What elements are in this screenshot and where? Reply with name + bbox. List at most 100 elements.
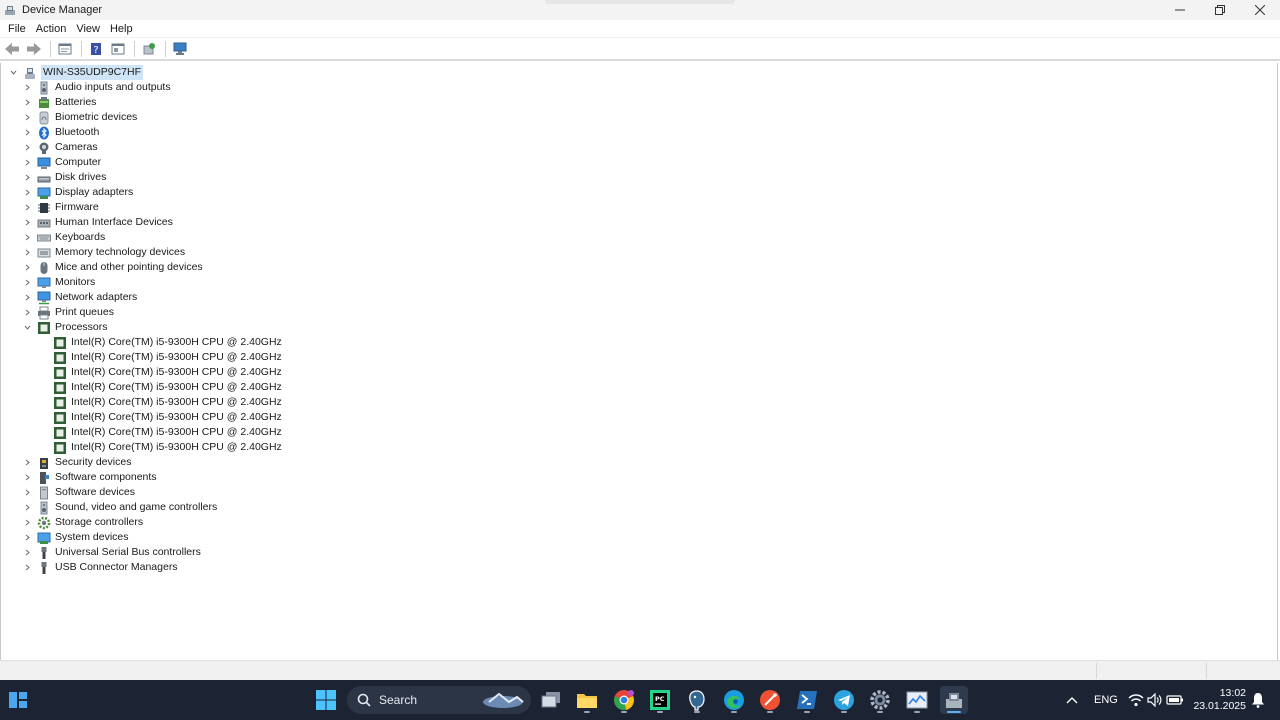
- chevron-right-icon[interactable]: [23, 83, 32, 92]
- tree-node-firmware[interactable]: Firmware: [23, 200, 99, 215]
- chevron-right-icon[interactable]: [23, 263, 32, 272]
- chevron-right-icon[interactable]: [23, 113, 32, 122]
- taskbar-app-telegram[interactable]: [830, 686, 858, 714]
- tree-node-usb-connector-managers[interactable]: USB Connector Managers: [23, 560, 178, 575]
- chevron-right-icon[interactable]: [23, 218, 32, 227]
- tree-node-bluetooth[interactable]: Bluetooth: [23, 125, 99, 140]
- tree-node-processors[interactable]: Processors: [23, 320, 108, 335]
- tree-leaf-processor[interactable]: Intel(R) Core(TM) i5-9300H CPU @ 2.40GHz: [53, 395, 282, 410]
- close-button[interactable]: [1240, 0, 1280, 20]
- forward-button[interactable]: [24, 39, 44, 59]
- taskbar-app-device-manager[interactable]: [940, 686, 968, 714]
- battery-button[interactable]: [1161, 686, 1189, 714]
- tree-leaf-processor[interactable]: Intel(R) Core(TM) i5-9300H CPU @ 2.40GHz: [53, 350, 282, 365]
- notifications-button[interactable]: [1244, 686, 1272, 714]
- tree-node-label: Security devices: [55, 456, 132, 468]
- view-button[interactable]: [108, 39, 128, 59]
- tree-node-security-devices[interactable]: Security devices: [23, 455, 131, 470]
- chevron-right-icon[interactable]: [23, 488, 32, 497]
- chevron-right-icon[interactable]: [23, 473, 32, 482]
- tree-root[interactable]: WIN-S35UDP9C7HF: [9, 65, 144, 80]
- tree-node-batteries[interactable]: Batteries: [23, 95, 96, 110]
- tree-node-disk-drives[interactable]: Disk drives: [23, 170, 106, 185]
- chevron-right-icon[interactable]: [23, 143, 32, 152]
- chevron-right-icon[interactable]: [23, 233, 32, 242]
- menu-view[interactable]: View: [71, 20, 105, 38]
- chevron-right-icon[interactable]: [23, 203, 32, 212]
- taskbar-clock[interactable]: 13:02 23.01.2025: [1193, 687, 1246, 713]
- chevron-right-icon[interactable]: [23, 278, 32, 287]
- chevron-right-icon[interactable]: [23, 548, 32, 557]
- menu-file[interactable]: File: [3, 20, 31, 38]
- tree-node-network-adapters[interactable]: Network adapters: [23, 290, 137, 305]
- running-indicator: [584, 711, 590, 713]
- taskbar-app-postgres[interactable]: [683, 686, 711, 714]
- tree-node-mice-and-other-pointing-devices[interactable]: Mice and other pointing devices: [23, 260, 203, 275]
- taskbar-app-pycharm[interactable]: PC: [646, 686, 674, 714]
- window-title: Device Manager: [22, 4, 103, 16]
- tree-node-system-devices[interactable]: System devices: [23, 530, 129, 545]
- tree-node-label: Biometric devices: [55, 111, 138, 123]
- tree-node-memory-technology-devices[interactable]: Memory technology devices: [23, 245, 185, 260]
- tree-leaf-processor[interactable]: Intel(R) Core(TM) i5-9300H CPU @ 2.40GHz: [53, 365, 282, 380]
- tree-leaf-processor[interactable]: Intel(R) Core(TM) i5-9300H CPU @ 2.40GHz: [53, 425, 282, 440]
- start-button[interactable]: [312, 686, 340, 714]
- restore-button[interactable]: [1200, 0, 1240, 20]
- tree-node-software-components[interactable]: Software components: [23, 470, 157, 485]
- menu-action[interactable]: Action: [31, 20, 72, 38]
- widgets-button[interactable]: [4, 686, 32, 714]
- chevron-right-icon[interactable]: [23, 128, 32, 137]
- tree-node-keyboards[interactable]: Keyboards: [23, 230, 105, 245]
- chevron-right-icon[interactable]: [23, 98, 32, 107]
- chevron-right-icon[interactable]: [23, 533, 32, 542]
- tree-node-cameras[interactable]: Cameras: [23, 140, 98, 155]
- tree-node-biometric-devices[interactable]: Biometric devices: [23, 110, 137, 125]
- tree-leaf-processor[interactable]: Intel(R) Core(TM) i5-9300H CPU @ 2.40GHz: [53, 335, 282, 350]
- tree-node-storage-controllers[interactable]: Storage controllers: [23, 515, 143, 530]
- tree-node-audio-inputs-and-outputs[interactable]: Audio inputs and outputs: [23, 80, 171, 95]
- chevron-right-icon[interactable]: [23, 308, 32, 317]
- tree-leaf-processor[interactable]: Intel(R) Core(TM) i5-9300H CPU @ 2.40GHz: [53, 410, 282, 425]
- chevron-right-icon[interactable]: [23, 518, 32, 527]
- taskbar-app-git[interactable]: [756, 686, 784, 714]
- chevron-right-icon[interactable]: [23, 188, 32, 197]
- taskbar-app-powershell[interactable]: [793, 686, 821, 714]
- chevron-down-icon[interactable]: [23, 323, 32, 332]
- update-driver-button[interactable]: [139, 39, 159, 59]
- tree-node-computer[interactable]: Computer: [23, 155, 101, 170]
- properties-button[interactable]: [55, 39, 75, 59]
- chevron-right-icon[interactable]: [23, 248, 32, 257]
- tree-node-universal-serial-bus-controllers[interactable]: Universal Serial Bus controllers: [23, 545, 201, 560]
- tree-node-sound-video-and-game-controllers[interactable]: Sound, video and game controllers: [23, 500, 217, 515]
- scan-hardware-button[interactable]: [170, 39, 190, 59]
- taskbar-app-resource-monitor[interactable]: [903, 686, 931, 714]
- tree-leaf-processor[interactable]: Intel(R) Core(TM) i5-9300H CPU @ 2.40GHz: [53, 380, 282, 395]
- show-hidden-icons-button[interactable]: [1058, 686, 1086, 714]
- taskbar-app-explorer[interactable]: [573, 686, 601, 714]
- chevron-right-icon[interactable]: [23, 503, 32, 512]
- tree-node-software-devices[interactable]: Software devices: [23, 485, 135, 500]
- tree-node-display-adapters[interactable]: Display adapters: [23, 185, 133, 200]
- fingerprint-icon: [37, 111, 51, 125]
- taskbar-app-edge[interactable]: [720, 686, 748, 714]
- taskbar-app-settings[interactable]: [866, 686, 894, 714]
- tree-node-human-interface-devices[interactable]: Human Interface Devices: [23, 215, 173, 230]
- help-button[interactable]: ?: [86, 39, 106, 59]
- chevron-down-icon[interactable]: [9, 68, 18, 77]
- chevron-right-icon[interactable]: [23, 173, 32, 182]
- tree-leaf-processor[interactable]: Intel(R) Core(TM) i5-9300H CPU @ 2.40GHz: [53, 440, 282, 455]
- chevron-right-icon[interactable]: [23, 293, 32, 302]
- menu-help[interactable]: Help: [105, 20, 138, 38]
- chevron-right-icon[interactable]: [23, 458, 32, 467]
- tree-node-print-queues[interactable]: Print queues: [23, 305, 114, 320]
- chevron-right-icon[interactable]: [23, 158, 32, 167]
- chevron-right-icon[interactable]: [23, 563, 32, 572]
- tree-leaf-label: Intel(R) Core(TM) i5-9300H CPU @ 2.40GHz: [71, 411, 282, 423]
- minimize-button[interactable]: [1160, 0, 1200, 20]
- taskbar-search[interactable]: Search: [347, 686, 531, 714]
- language-indicator[interactable]: ENG: [1094, 694, 1118, 706]
- back-button[interactable]: [2, 39, 22, 59]
- taskbar-app-chrome[interactable]: [610, 686, 638, 714]
- task-view-button[interactable]: [537, 686, 565, 714]
- tree-node-monitors[interactable]: Monitors: [23, 275, 95, 290]
